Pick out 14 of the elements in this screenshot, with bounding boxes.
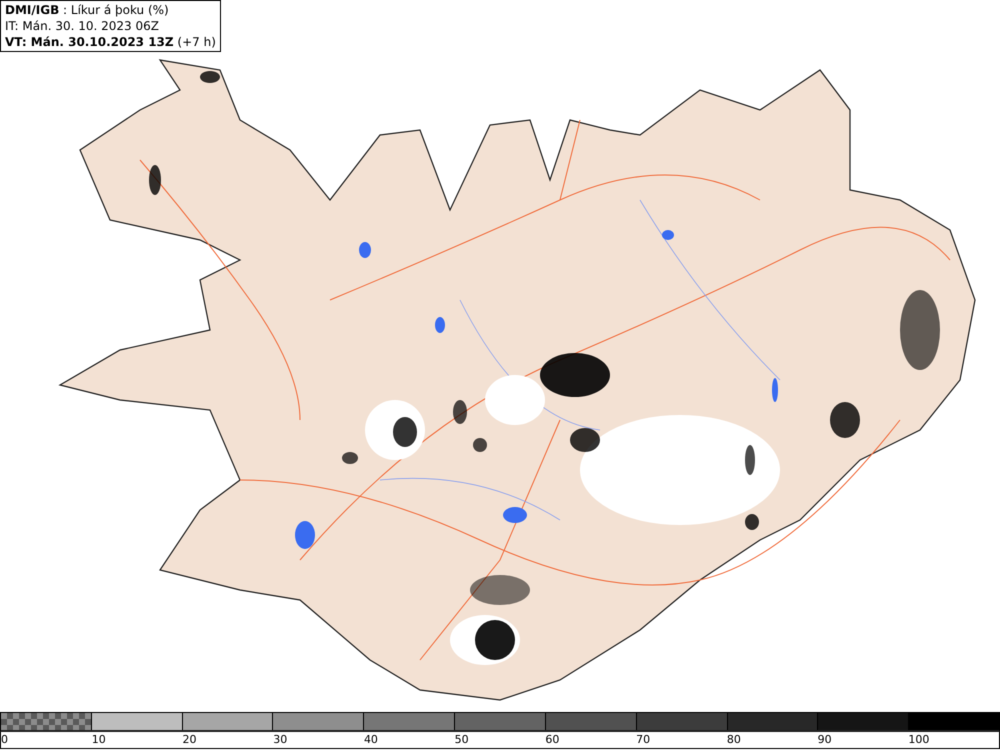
info-text: VT: Mán. 30.10.2023 13Z (+7 h) (5, 34, 216, 50)
legend-label: 80 (726, 732, 741, 748)
legend-label: 0 (1, 732, 8, 748)
info-text: IT: Mán. 30. 10. 2023 06Z (5, 18, 160, 34)
legend-label: 30 (273, 732, 288, 748)
legend-label: 90 (818, 732, 832, 748)
legend-label: 20 (182, 732, 196, 748)
legend-label: 70 (636, 732, 650, 748)
legend-label: 50 (454, 732, 469, 748)
legend-label: 100 (908, 732, 930, 748)
info-text: DMI/IGB : Líkur á þoku (%) (5, 2, 170, 18)
legend-label: 10 (92, 732, 106, 748)
legend-label: 60 (545, 732, 560, 748)
legend-label: 40 (364, 732, 378, 748)
